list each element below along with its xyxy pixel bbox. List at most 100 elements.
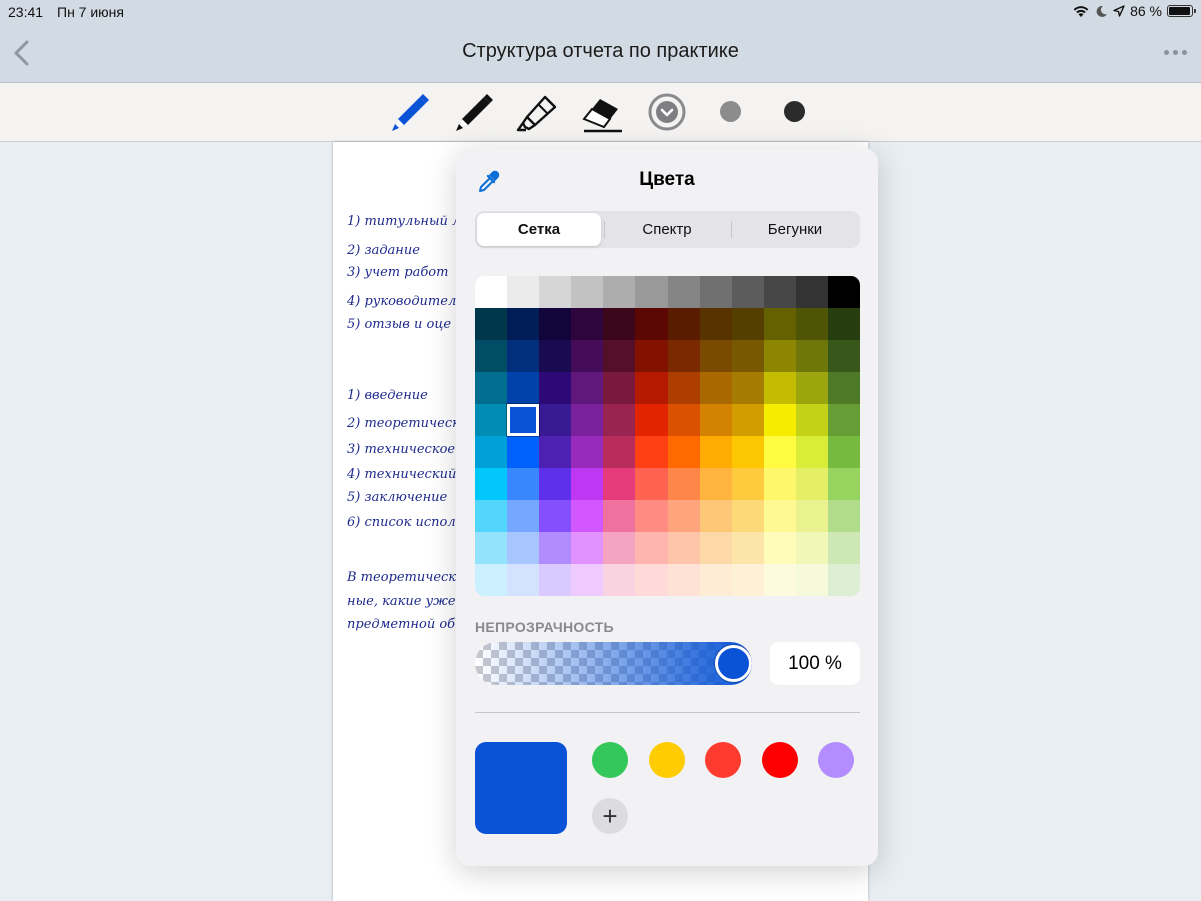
color-cell[interactable]: [635, 564, 668, 596]
color-cell[interactable]: [635, 276, 668, 309]
color-cell[interactable]: [571, 404, 604, 437]
color-cell[interactable]: [571, 532, 604, 565]
color-cell[interactable]: [763, 468, 797, 501]
color-cell[interactable]: [475, 500, 508, 533]
color-cell[interactable]: [539, 436, 572, 469]
color-cell[interactable]: [539, 500, 572, 533]
color-cell[interactable]: [827, 436, 860, 469]
color-cell[interactable]: [475, 372, 508, 405]
saved-color-swatch[interactable]: [705, 742, 741, 778]
color-cell[interactable]: [699, 468, 733, 501]
toolbar-color-gray[interactable]: [720, 101, 741, 122]
color-cell[interactable]: [507, 500, 540, 533]
color-cell[interactable]: [731, 404, 765, 437]
color-cell[interactable]: [827, 276, 860, 309]
color-cell[interactable]: [667, 436, 701, 469]
color-cell[interactable]: [699, 276, 733, 309]
color-cell[interactable]: [763, 276, 797, 309]
color-cell[interactable]: [635, 340, 668, 373]
saved-color-swatch[interactable]: [592, 742, 628, 778]
color-cell[interactable]: [635, 404, 668, 437]
color-cell[interactable]: [731, 372, 765, 405]
eraser-tool-icon[interactable]: [580, 89, 626, 135]
color-cell[interactable]: [475, 436, 508, 469]
color-cell[interactable]: [827, 308, 860, 341]
color-cell[interactable]: [795, 340, 829, 373]
color-cell[interactable]: [667, 308, 701, 341]
saved-color-swatch[interactable]: [761, 742, 798, 778]
color-cell[interactable]: [667, 500, 701, 533]
color-cell[interactable]: [635, 308, 668, 341]
color-cell[interactable]: [571, 500, 604, 533]
color-cell[interactable]: [667, 532, 701, 565]
color-cell[interactable]: [763, 404, 797, 437]
color-cell[interactable]: [539, 276, 572, 309]
color-cell[interactable]: [667, 564, 701, 596]
color-cell[interactable]: [667, 372, 701, 405]
color-cell[interactable]: [603, 564, 636, 596]
color-cell[interactable]: [475, 532, 508, 565]
color-cell[interactable]: [539, 532, 572, 565]
color-cell[interactable]: [635, 468, 668, 501]
color-cell[interactable]: [475, 404, 508, 437]
color-cell[interactable]: [795, 468, 829, 501]
color-cell[interactable]: [699, 372, 733, 405]
color-cell[interactable]: [475, 340, 508, 373]
color-cell[interactable]: [699, 308, 733, 341]
color-cell[interactable]: [667, 276, 701, 309]
color-cell[interactable]: [795, 500, 829, 533]
color-cell[interactable]: [731, 276, 765, 309]
color-cell[interactable]: [667, 404, 701, 437]
color-cell[interactable]: [603, 436, 636, 469]
color-cell[interactable]: [699, 532, 733, 565]
highlighter-tool-icon[interactable]: [515, 89, 561, 135]
color-cell[interactable]: [667, 468, 701, 501]
color-cell[interactable]: [827, 468, 860, 501]
color-cell[interactable]: [603, 308, 636, 341]
color-cell[interactable]: [731, 564, 765, 596]
color-cell[interactable]: [827, 340, 860, 373]
color-cell[interactable]: [763, 308, 797, 341]
color-cell[interactable]: [571, 372, 604, 405]
color-cell[interactable]: [539, 468, 572, 501]
color-cell[interactable]: [763, 372, 797, 405]
color-cell[interactable]: [539, 308, 572, 341]
color-cell[interactable]: [635, 372, 668, 405]
color-cell[interactable]: [603, 340, 636, 373]
color-cell[interactable]: [699, 436, 733, 469]
color-cell[interactable]: [699, 500, 733, 533]
color-picker-button[interactable]: [644, 89, 690, 135]
color-cell[interactable]: [635, 532, 668, 565]
tab-sliders[interactable]: Бегунки: [733, 213, 857, 246]
tab-grid[interactable]: Сетка: [477, 213, 601, 246]
color-cell[interactable]: [763, 564, 797, 596]
saved-color-swatch[interactable]: [818, 742, 854, 778]
color-cell[interactable]: [507, 532, 540, 565]
color-cell[interactable]: [507, 372, 540, 405]
color-cell[interactable]: [507, 436, 540, 469]
color-cell[interactable]: [827, 372, 860, 405]
color-cell[interactable]: [571, 308, 604, 341]
color-cell[interactable]: [507, 276, 540, 309]
add-color-button[interactable]: +: [592, 798, 628, 834]
color-cell[interactable]: [475, 276, 508, 309]
color-cell[interactable]: [795, 308, 829, 341]
color-cell[interactable]: [507, 468, 540, 501]
color-cell[interactable]: [635, 436, 668, 469]
color-cell[interactable]: [731, 500, 765, 533]
opacity-value-field[interactable]: 100 %: [770, 642, 860, 685]
color-cell[interactable]: [603, 532, 636, 565]
color-cell[interactable]: [827, 500, 860, 533]
color-cell[interactable]: [571, 436, 604, 469]
color-cell[interactable]: [475, 308, 508, 341]
color-cell[interactable]: [763, 340, 797, 373]
color-cell[interactable]: [827, 564, 860, 596]
color-cell[interactable]: [603, 372, 636, 405]
color-cell[interactable]: [795, 404, 829, 437]
saved-color-swatch[interactable]: [648, 742, 685, 778]
tab-spectrum[interactable]: Спектр: [605, 213, 729, 246]
toolbar-color-black[interactable]: [784, 101, 805, 122]
color-cell[interactable]: [475, 468, 508, 501]
color-cell[interactable]: [795, 276, 829, 309]
opacity-slider[interactable]: [475, 642, 752, 685]
